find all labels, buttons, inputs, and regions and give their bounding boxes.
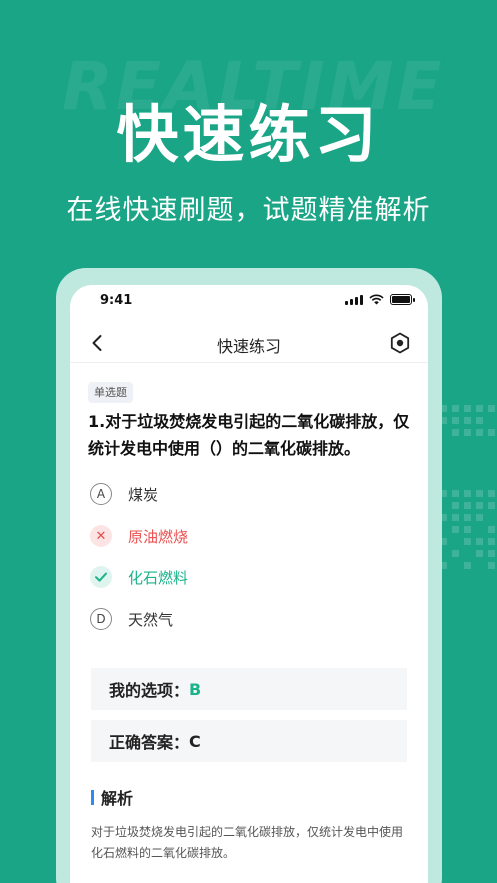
status-time: 9:41	[100, 293, 133, 308]
battery-icon	[390, 294, 415, 305]
my-answer-label: 我的选项：	[109, 681, 190, 700]
correct-answer-value: C	[189, 731, 201, 751]
my-answer-value: B	[189, 679, 202, 699]
signal-icon	[345, 294, 363, 305]
question-type-badge: 单选题	[88, 382, 133, 403]
my-answer-box: 我的选项： B	[91, 668, 407, 710]
section-accent-bar	[91, 789, 94, 805]
nav-bar: 快速练习	[70, 323, 428, 363]
option-c[interactable]: 化石燃料	[90, 565, 188, 589]
question-text: 1.对于垃圾焚烧发电引起的二氧化碳排放，仅统计发电中使用（）的二氧化碳排放。	[88, 412, 410, 458]
option-b[interactable]: ✕ 原油燃烧	[90, 524, 188, 548]
hexagon-settings-icon[interactable]	[388, 331, 412, 355]
option-a-key: A	[90, 483, 112, 505]
analysis-heading: 解析	[91, 785, 133, 809]
status-bar: 9:41	[70, 285, 428, 317]
option-d-label: 天然气	[128, 610, 174, 629]
correct-check-icon	[90, 566, 112, 588]
option-c-label: 化石燃料	[128, 568, 189, 587]
wrong-cross-icon: ✕	[90, 525, 112, 547]
nav-title: 快速练习	[216, 337, 281, 356]
correct-answer-box: 正确答案： C	[91, 720, 407, 762]
hero-subtitle: 在线快速刷题，试题精准解析	[66, 195, 431, 226]
option-a[interactable]: A 煤炭	[90, 482, 158, 506]
option-d-key: D	[90, 608, 112, 630]
analysis-text: 对于垃圾焚烧发电引起的二氧化碳排放，仅统计发电中使用化石燃料的二氧化碳排放。	[91, 825, 404, 860]
option-d[interactable]: D 天然气	[90, 607, 173, 631]
hero-title: 快速练习	[116, 98, 381, 171]
wifi-icon	[369, 294, 384, 305]
option-a-label: 煤炭	[128, 485, 159, 504]
status-icons	[345, 294, 415, 305]
correct-answer-label: 正确答案：	[109, 733, 190, 752]
option-b-label: 原油燃烧	[128, 527, 189, 546]
phone-screen: 9:41 快速练习 单选题 1.对于垃圾焚烧发电引起的二氧化碳排放，仅统计发电中…	[70, 285, 428, 883]
analysis-title: 解析	[101, 789, 134, 808]
